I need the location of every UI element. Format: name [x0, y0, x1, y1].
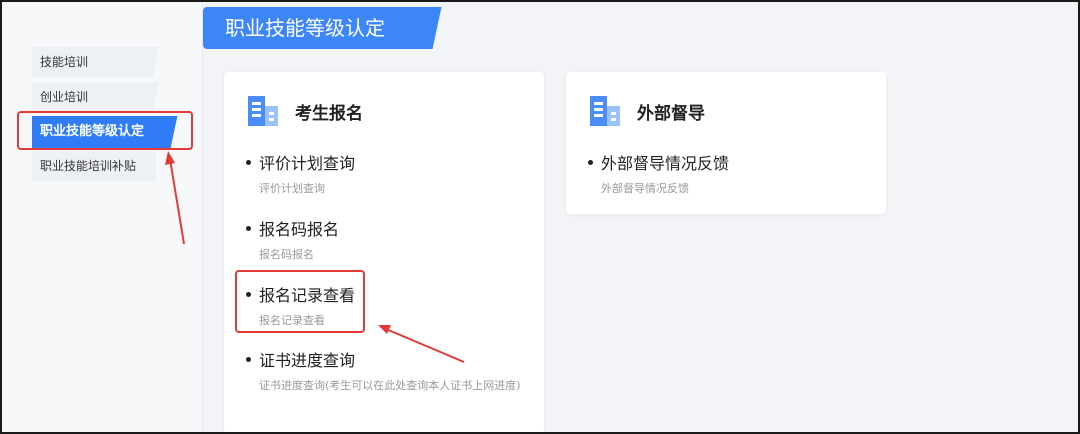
card-title: 考生报名 [295, 103, 363, 124]
sidebar-item-label: 技能培训 [40, 55, 89, 69]
entry-registration-code[interactable]: 报名码报名 报名码报名 [246, 216, 339, 263]
sidebar-item-skill-training-subsidy[interactable]: 职业技能培训补贴 [32, 151, 156, 181]
sidebar-item-label: 创业培训 [40, 90, 89, 104]
sidebar-item-skill-level-certification[interactable]: 职业技能等级认定 [32, 116, 168, 148]
entry-subtitle: 评价计划查询 [259, 182, 325, 195]
sidebar-item-entrepreneurship-training[interactable]: 创业培训 [32, 82, 150, 112]
app-frame: 技能培训 创业培训 职业技能等级认定 职业技能培训补贴 职业技能等级认定 考生报… [0, 0, 1080, 434]
card-header: 考生报名 [248, 96, 363, 126]
sidebar-item-label: 职业技能等级认定 [40, 124, 145, 139]
sidebar-item-label: 职业技能培训补贴 [40, 159, 137, 173]
building-icon [248, 96, 278, 126]
bullet-dot [246, 356, 251, 362]
bullet-dot [588, 159, 593, 165]
entry-subtitle: 报名记录查看 [259, 314, 325, 327]
card-title: 外部督导 [637, 103, 705, 124]
card-exam-registration: 考生报名 评价计划查询 评价计划查询 报名码报名 报名码报名 报名记录查看 报名… [224, 72, 544, 432]
card-external-supervision: 外部督导 外部督导情况反馈 外部督导情况反馈 [566, 72, 886, 214]
entry-registration-records[interactable]: 报名记录查看 报名记录查看 [246, 282, 355, 329]
sidebar-item-skill-training[interactable]: 技能培训 [32, 47, 150, 77]
building-icon [590, 96, 620, 126]
entry-title[interactable]: 报名记录查看 [259, 282, 355, 306]
bullet-dot [246, 291, 251, 297]
entry-title[interactable]: 证书进度查询 [259, 347, 355, 371]
entry-title[interactable]: 外部督导情况反馈 [601, 150, 729, 174]
entry-subtitle: 证书进度查询(考生可以在此处查询本人证书上网进度) [259, 379, 521, 392]
entry-subtitle: 外部督导情况反馈 [601, 182, 689, 195]
entry-subtitle: 报名码报名 [259, 248, 314, 261]
entry-supervision-feedback[interactable]: 外部督导情况反馈 外部督导情况反馈 [588, 150, 729, 197]
card-header: 外部督导 [590, 96, 705, 126]
bullet-dot [246, 225, 251, 231]
entry-title[interactable]: 评价计划查询 [259, 150, 355, 174]
bullet-dot [246, 159, 251, 165]
entry-evaluation-plan-query[interactable]: 评价计划查询 评价计划查询 [246, 150, 355, 197]
sidebar: 技能培训 创业培训 职业技能等级认定 职业技能培训补贴 [2, 2, 203, 432]
entry-title[interactable]: 报名码报名 [259, 216, 339, 240]
page-title: 职业技能等级认定 [225, 16, 385, 40]
entry-certificate-progress[interactable]: 证书进度查询 证书进度查询(考生可以在此处查询本人证书上网进度) [246, 347, 536, 394]
main-tab-title[interactable]: 职业技能等级认定 [203, 7, 429, 49]
